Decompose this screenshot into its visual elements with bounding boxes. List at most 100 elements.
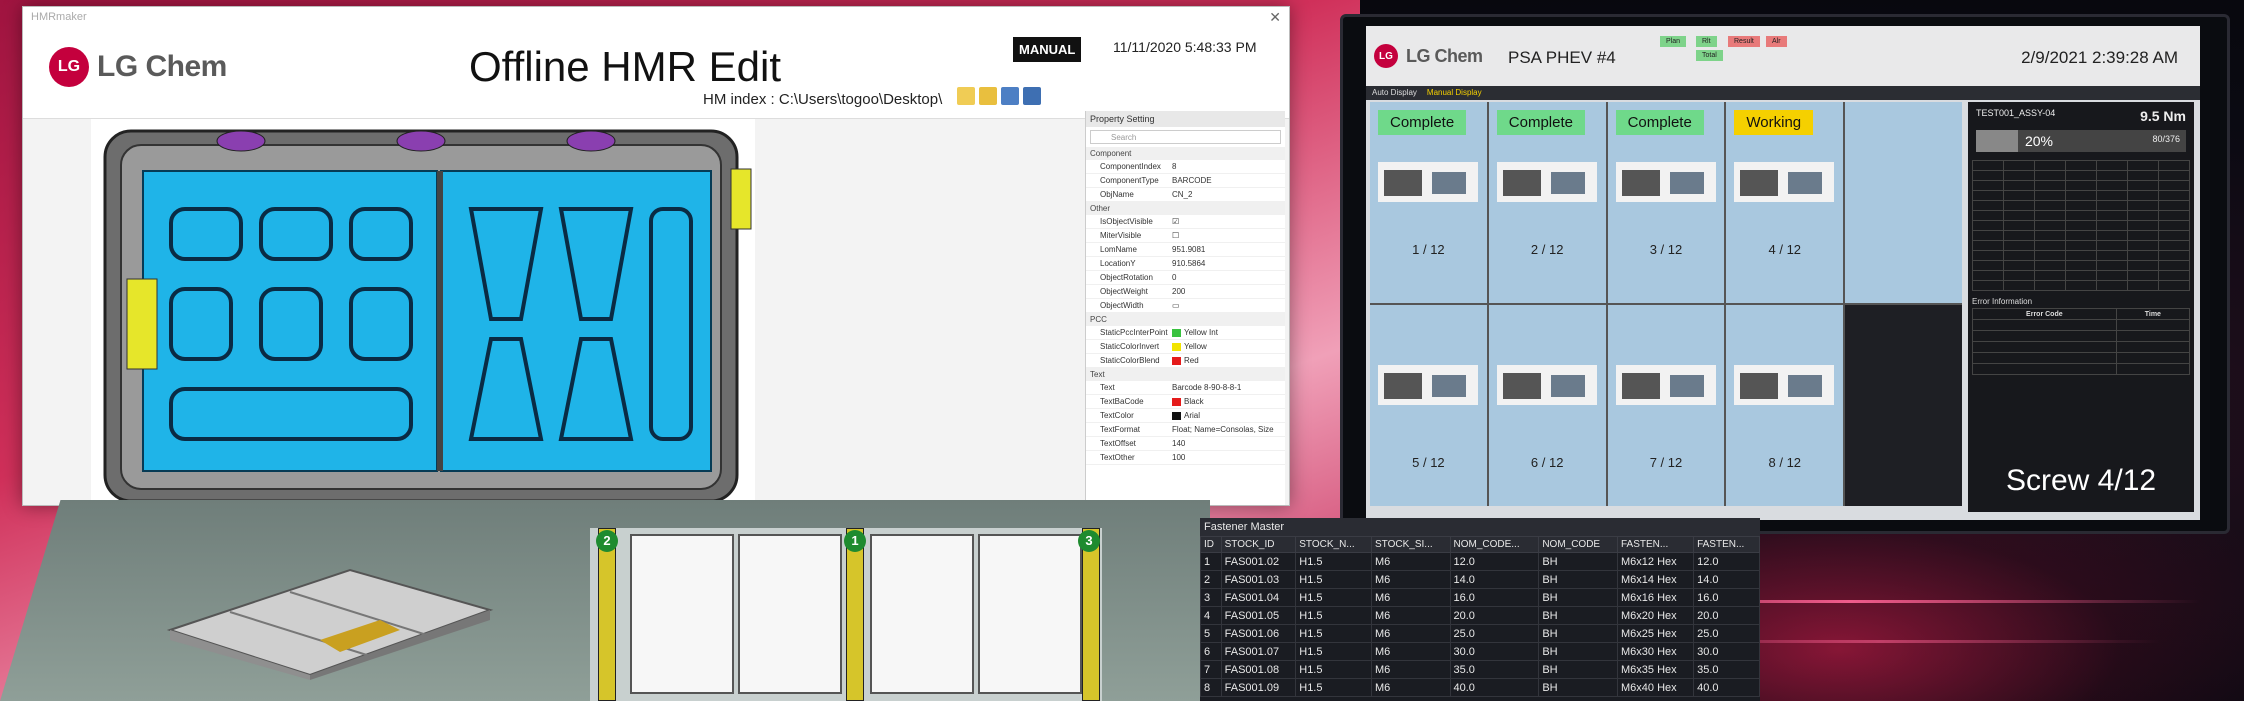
tab-manual-display[interactable]: Manual Display [1427, 88, 1482, 98]
step-cell[interactable]: Complete 1 / 12 [1370, 102, 1487, 303]
table-row[interactable]: 3 FAS001.04 H1.5 M6 16.0 BH M6x16 Hex 16.0 [1200, 588, 1760, 607]
property-category[interactable]: Other [1086, 202, 1285, 215]
plan-button[interactable]: Plan [1660, 36, 1687, 47]
property-row[interactable]: TextFormat Float; Name=Consolas, Size [1086, 423, 1285, 437]
error-heading: Error Information [1972, 297, 2033, 306]
step-thumbnail [1615, 162, 1716, 202]
table-cell [2158, 200, 2190, 211]
table-cell [2003, 210, 2035, 221]
property-value-cell[interactable]: Barcode 8-90-8-8-1 [1172, 383, 1285, 392]
column-header[interactable]: STOCK_N... [1295, 536, 1373, 553]
property-search-input[interactable]: Search [1090, 130, 1281, 144]
property-row[interactable]: ComponentIndex 8 [1086, 160, 1285, 174]
result-count-button[interactable]: Rlt [1696, 36, 1717, 47]
step-cell[interactable]: 7 / 12 [1607, 305, 1725, 506]
property-value-cell[interactable]: Float; Name=Consolas, Size [1172, 425, 1285, 434]
alarm-button[interactable]: Alr [1766, 36, 1787, 47]
property-row[interactable]: LocationY 910.5864 [1086, 257, 1285, 271]
save-all-icon[interactable] [1023, 87, 1041, 105]
property-row[interactable]: LomName 951.9081 [1086, 243, 1285, 257]
table-row[interactable]: 5 FAS001.06 H1.5 M6 25.0 BH M6x25 Hex 25.0 [1200, 624, 1760, 643]
property-row[interactable]: TextBaCode Black [1086, 395, 1285, 409]
property-row[interactable]: MiterVisible ☐ [1086, 229, 1285, 243]
battery-tray-drawing [103, 129, 752, 503]
step-count: 1 / 12 [1412, 242, 1445, 257]
property-value-cell[interactable]: 140 [1172, 439, 1285, 448]
table-row[interactable]: 7 FAS001.08 H1.5 M6 35.0 BH M6x35 Hex 35.0 [1200, 660, 1760, 679]
property-value-cell[interactable]: Yellow [1172, 342, 1285, 351]
table-cell [2158, 250, 2190, 261]
property-row[interactable]: TextColor Arial [1086, 409, 1285, 423]
property-row[interactable]: StaticColorInvert Yellow [1086, 340, 1285, 354]
property-value-cell[interactable]: ▭ [1172, 301, 1285, 310]
tab-auto-display[interactable]: Auto Display [1372, 88, 1417, 98]
property-value-cell[interactable]: Yellow Int [1172, 328, 1285, 337]
property-value-cell[interactable]: ☑ [1172, 217, 1285, 226]
property-value-cell[interactable]: 910.5864 [1172, 259, 1285, 268]
property-value-cell[interactable]: CN_2 [1172, 190, 1285, 199]
property-row[interactable]: ComponentType BARCODE [1086, 174, 1285, 188]
mode-badge[interactable]: MANUAL [1013, 37, 1082, 62]
assy-name: TEST001_ASSY-04 [1976, 108, 2056, 118]
column-header[interactable]: STOCK_SI... [1371, 536, 1451, 553]
property-row[interactable]: ObjectWidth ▭ [1086, 299, 1285, 313]
step-cell[interactable]: Complete 3 / 12 [1607, 102, 1725, 303]
property-row[interactable]: StaticPccInterPoint Yellow Int [1086, 326, 1285, 340]
column-header[interactable]: STOCK_ID [1220, 536, 1297, 553]
property-row[interactable]: Text Barcode 8-90-8-8-1 [1086, 381, 1285, 395]
step-cell[interactable] [1845, 305, 1962, 506]
step-cell[interactable]: 8 / 12 [1726, 305, 1844, 506]
property-row[interactable]: IsObjectVisible ☑ [1086, 215, 1285, 229]
property-row[interactable]: TextOther 100 [1086, 451, 1285, 465]
column-header[interactable]: FASTEN... [1616, 536, 1695, 553]
property-value-cell[interactable]: ☐ [1172, 231, 1285, 240]
column-header[interactable]: ID [1200, 536, 1222, 553]
property-value-cell[interactable]: 0 [1172, 273, 1285, 282]
property-value-cell[interactable]: 100 [1172, 453, 1285, 462]
column-header[interactable]: FASTEN... [1693, 536, 1760, 553]
step-cell[interactable]: Complete 2 / 12 [1488, 102, 1606, 303]
table-row[interactable]: 1 FAS001.02 H1.5 M6 12.0 BH M6x12 Hex 12.0 [1200, 552, 1760, 571]
table-row[interactable]: 6 FAS001.07 H1.5 M6 30.0 BH M6x30 Hex 30.0 [1200, 642, 1760, 661]
position-badge[interactable]: 2 [596, 530, 618, 552]
position-badge[interactable]: 1 [844, 530, 866, 552]
column-header[interactable]: NOM_CODE [1538, 536, 1618, 553]
property-row[interactable]: ObjName CN_2 [1086, 188, 1285, 202]
table-row[interactable]: 4 FAS001.05 H1.5 M6 20.0 BH M6x20 Hex 20.0 [1200, 606, 1760, 625]
property-category[interactable]: PCC [1086, 313, 1285, 326]
total-button[interactable]: Total [1696, 50, 1723, 61]
table-cell [2003, 260, 2035, 271]
step-count: 5 / 12 [1412, 455, 1445, 470]
property-value-cell[interactable]: Black [1172, 397, 1285, 406]
property-value-cell[interactable]: Arial [1172, 411, 1285, 420]
step-cell[interactable]: 5 / 12 [1370, 305, 1487, 506]
position-badge[interactable]: 3 [1078, 530, 1100, 552]
property-row[interactable]: TextOffset 140 [1086, 437, 1285, 451]
property-value-cell[interactable]: 200 [1172, 287, 1285, 296]
close-icon[interactable]: ✕ [1269, 9, 1281, 26]
property-value-cell[interactable]: 8 [1172, 162, 1285, 171]
save-icon[interactable] [1001, 87, 1019, 105]
drawing-canvas[interactable] [91, 119, 755, 507]
table-row[interactable]: 8 FAS001.09 H1.5 M6 40.0 BH M6x40 Hex 40.0 [1200, 678, 1760, 697]
folder-icon[interactable] [979, 87, 997, 105]
property-category[interactable]: Text [1086, 368, 1285, 381]
column-header[interactable]: NOM_CODE... [1449, 536, 1540, 553]
step-cell[interactable]: 6 / 12 [1488, 305, 1606, 506]
property-category[interactable]: Component [1086, 147, 1285, 160]
folder-open-icon[interactable] [957, 87, 975, 105]
table-row[interactable]: 2 FAS001.03 H1.5 M6 14.0 BH M6x14 Hex 14.0 [1200, 570, 1760, 589]
step-cell[interactable]: Working 4 / 12 [1726, 102, 1844, 303]
table-cell: M6 [1371, 624, 1451, 643]
step-cell[interactable] [1845, 102, 1962, 303]
property-value-cell[interactable]: 951.9081 [1172, 245, 1285, 254]
property-value-cell[interactable]: BARCODE [1172, 176, 1285, 185]
screw-counter: Screw 4/12 [2006, 464, 2157, 497]
property-row[interactable]: ObjectRotation 0 [1086, 271, 1285, 285]
table-cell [1972, 230, 2004, 241]
property-row[interactable]: ObjectWeight 200 [1086, 285, 1285, 299]
property-value-cell[interactable]: Red [1172, 356, 1285, 365]
property-row[interactable]: StaticColorBlend Red [1086, 354, 1285, 368]
result-button[interactable]: Result [1728, 36, 1760, 47]
table-cell [2065, 250, 2097, 261]
